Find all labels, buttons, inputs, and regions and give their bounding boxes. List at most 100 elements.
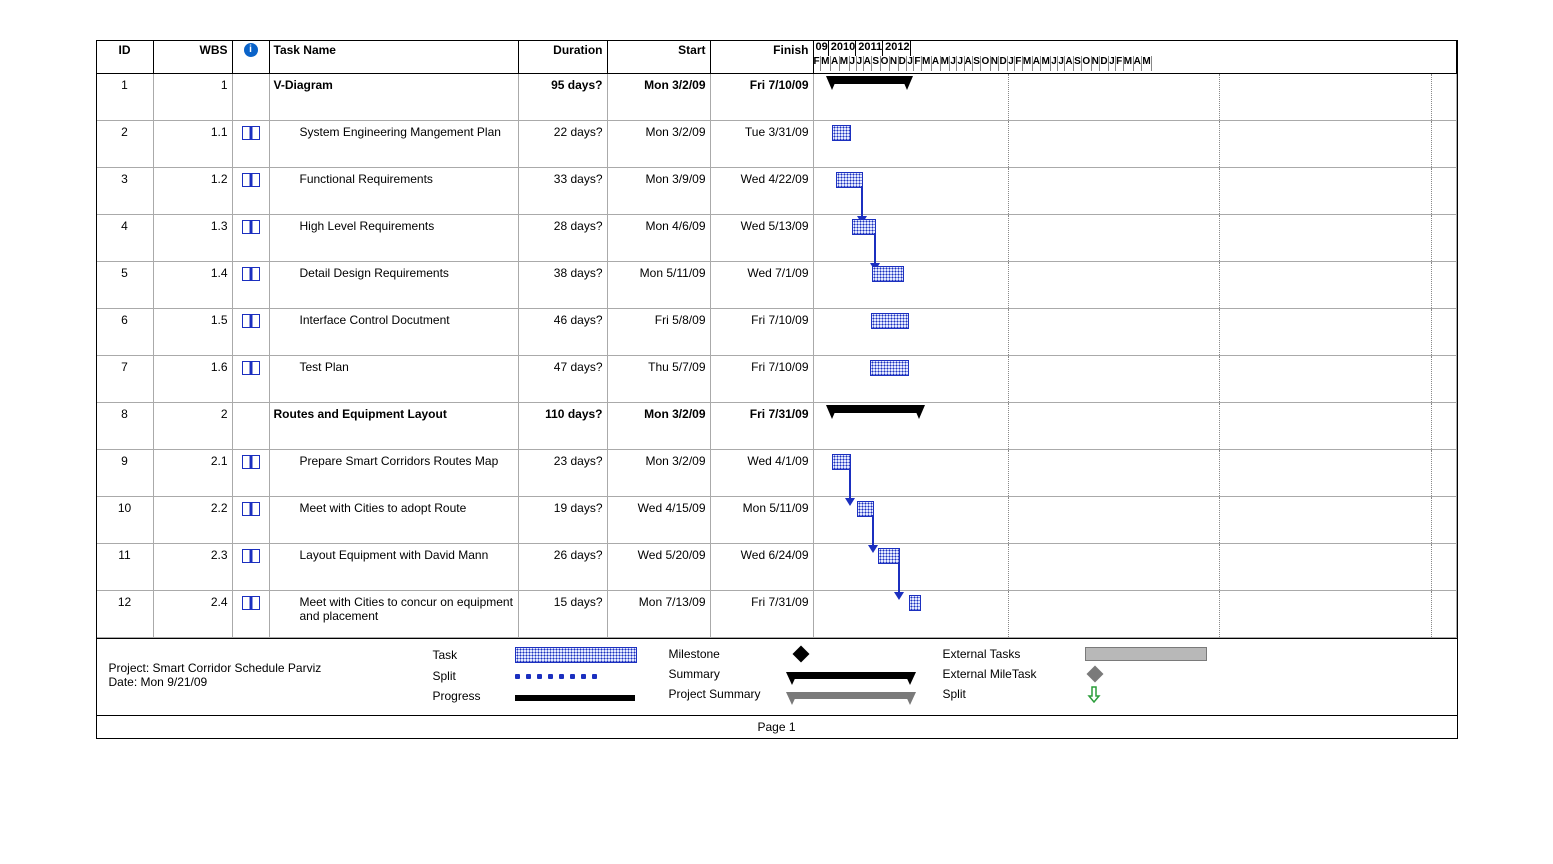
cell-finish: Wed 4/1/09 (711, 450, 814, 496)
cell-wbs: 2 (154, 403, 233, 449)
gantt-cell[interactable] (814, 74, 1457, 120)
month-label: M (1041, 56, 1051, 71)
cell-start: Mon 3/2/09 (608, 121, 711, 167)
legend-project: Project: Smart Corridor Schedule Parviz (109, 661, 409, 675)
task-bar[interactable] (872, 266, 903, 282)
task-row[interactable]: 82Routes and Equipment Layout110 days?Mo… (97, 403, 1457, 450)
legend-summary-label: Summary (669, 667, 779, 681)
month-label: D (999, 56, 1008, 71)
task-row[interactable]: 31.2Functional Requirements33 days?Mon 3… (97, 168, 1457, 215)
cell-id: 2 (97, 121, 154, 167)
year-gridline (1008, 121, 1009, 167)
col-duration[interactable]: Duration (519, 41, 608, 73)
task-row[interactable]: 11V-Diagram95 days?Mon 3/2/09Fri 7/10/09 (97, 74, 1457, 121)
cell-duration: 22 days? (519, 121, 608, 167)
timeline-header[interactable]: 09201020112012FMAMJJASONDJFMAMJJASONDJFM… (814, 41, 1457, 73)
task-bar[interactable] (878, 548, 900, 564)
col-indicator[interactable]: i (233, 41, 270, 73)
year-gridline (1431, 591, 1432, 637)
legend-splitg-label: Split (943, 687, 1073, 701)
cell-duration: 95 days? (519, 74, 608, 120)
year-gridline (1431, 309, 1432, 355)
cell-wbs: 1.4 (154, 262, 233, 308)
gantt-cell[interactable] (814, 497, 1457, 543)
gantt-cell[interactable] (814, 168, 1457, 214)
month-label: F (1116, 56, 1124, 71)
month-label: A (1065, 56, 1074, 71)
task-row[interactable]: 41.3High Level Requirements28 days?Mon 4… (97, 215, 1457, 262)
cell-id: 10 (97, 497, 154, 543)
month-label: D (1100, 56, 1109, 71)
task-name-text: Functional Requirements (274, 172, 514, 186)
year-gridline (1008, 544, 1009, 590)
cell-task-name: Functional Requirements (270, 168, 519, 214)
col-start[interactable]: Start (608, 41, 711, 73)
month-label: J (907, 56, 914, 71)
month-label: A (932, 56, 941, 71)
gantt-cell[interactable] (814, 356, 1457, 402)
col-wbs[interactable]: WBS (154, 41, 233, 73)
month-label: A (864, 56, 873, 71)
gantt-cell[interactable] (814, 121, 1457, 167)
col-finish[interactable]: Finish (711, 41, 814, 73)
cell-task-name: Routes and Equipment Layout (270, 403, 519, 449)
task-bar[interactable] (870, 360, 909, 376)
summary-bar[interactable] (832, 405, 920, 413)
task-row[interactable]: 21.1System Engineering Mangement Plan22 … (97, 121, 1457, 168)
year-gridline (1008, 591, 1009, 637)
year-gridline (1431, 544, 1432, 590)
dependency-link (849, 468, 851, 500)
gantt-cell[interactable] (814, 450, 1457, 496)
task-row[interactable]: 71.6Test Plan47 days?Thu 5/7/09Fri 7/10/… (97, 356, 1457, 403)
cell-wbs: 2.1 (154, 450, 233, 496)
cell-start: Wed 4/15/09 (608, 497, 711, 543)
cell-task-name: High Level Requirements (270, 215, 519, 261)
year-gridline (1008, 74, 1009, 120)
legend: Project: Smart Corridor Schedule Parviz … (97, 638, 1457, 715)
gantt-cell[interactable] (814, 403, 1457, 449)
year-gridline (1431, 403, 1432, 449)
cell-id: 9 (97, 450, 154, 496)
task-bar[interactable] (836, 172, 863, 188)
task-name-text: Meet with Cities to concur on equipment … (274, 595, 514, 623)
gantt-cell[interactable] (814, 215, 1457, 261)
gantt-cell[interactable] (814, 309, 1457, 355)
task-row[interactable]: 92.1Prepare Smart Corridors Routes Map23… (97, 450, 1457, 497)
task-row[interactable]: 51.4Detail Design Requirements38 days?Mo… (97, 262, 1457, 309)
cell-indicator (233, 262, 270, 308)
year-gridline (1431, 215, 1432, 261)
cell-task-name: Interface Control Docutment (270, 309, 519, 355)
cell-finish: Tue 3/31/09 (711, 121, 814, 167)
task-bar[interactable] (832, 125, 851, 141)
task-bar[interactable] (909, 595, 922, 611)
year-gridline (1008, 356, 1009, 402)
gantt-cell[interactable] (814, 544, 1457, 590)
summary-bar[interactable] (832, 76, 907, 84)
column-header-row: ID WBS i Task Name Duration Start Finish… (97, 41, 1457, 74)
task-row[interactable]: 112.3Layout Equipment with David Mann26 … (97, 544, 1457, 591)
cell-task-name: V-Diagram (270, 74, 519, 120)
cell-start: Mon 3/2/09 (608, 450, 711, 496)
cell-start: Mon 7/13/09 (608, 591, 711, 637)
task-bar[interactable] (871, 313, 909, 329)
cell-indicator (233, 544, 270, 590)
task-name-text: Prepare Smart Corridors Routes Map (274, 454, 514, 468)
month-label: M (1124, 56, 1134, 71)
cell-duration: 47 days? (519, 356, 608, 402)
gantt-cell[interactable] (814, 591, 1457, 637)
col-task-name[interactable]: Task Name (270, 41, 519, 73)
task-row[interactable]: 102.2Meet with Cities to adopt Route19 d… (97, 497, 1457, 544)
cell-duration: 28 days? (519, 215, 608, 261)
legend-extms-sample (1086, 666, 1103, 683)
task-row[interactable]: 122.4Meet with Cities to concur on equip… (97, 591, 1457, 638)
year-label: 2012 (883, 41, 910, 56)
month-label: O (981, 56, 990, 71)
task-bar[interactable] (852, 219, 876, 235)
constraint-icon (242, 455, 260, 469)
gantt-cell[interactable] (814, 262, 1457, 308)
cell-indicator (233, 450, 270, 496)
task-row[interactable]: 61.5Interface Control Docutment46 days?F… (97, 309, 1457, 356)
year-gridline (1008, 309, 1009, 355)
col-id[interactable]: ID (97, 41, 154, 73)
cell-task-name: Detail Design Requirements (270, 262, 519, 308)
